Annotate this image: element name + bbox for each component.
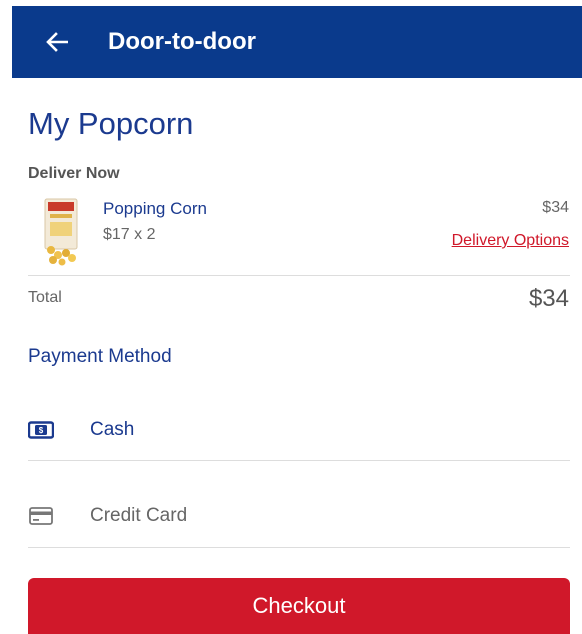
credit-card-icon: [28, 506, 54, 526]
app-bar-title: Door-to-door: [108, 28, 256, 55]
total-value: $34: [528, 285, 569, 312]
checkout-button[interactable]: Checkout: [28, 578, 570, 634]
divider: [28, 547, 570, 548]
arrow-left-icon: [46, 32, 68, 52]
svg-text:$: $: [39, 426, 44, 435]
payment-option-label: Credit Card: [90, 505, 188, 526]
item-name: Popping Corn: [103, 199, 207, 218]
cash-icon: $: [28, 420, 54, 440]
divider: [28, 275, 570, 276]
deliver-now-label: Deliver Now: [28, 165, 120, 182]
app-bar: Door-to-door: [12, 6, 582, 78]
popcorn-bag-image: [42, 198, 80, 266]
delivery-options-link[interactable]: Delivery Options: [452, 232, 569, 250]
back-button[interactable]: [36, 21, 78, 63]
item-quantity: $17 x 2: [103, 226, 156, 243]
payment-method-heading: Payment Method: [28, 346, 172, 367]
payment-option-label: Cash: [90, 419, 135, 440]
payment-option-cash[interactable]: $ Cash: [28, 402, 570, 458]
payment-option-credit-card[interactable]: Credit Card: [28, 488, 570, 544]
divider: [28, 460, 570, 461]
page-title: My Popcorn: [28, 106, 194, 141]
item-price: $34: [542, 199, 569, 216]
total-label: Total: [28, 289, 62, 306]
